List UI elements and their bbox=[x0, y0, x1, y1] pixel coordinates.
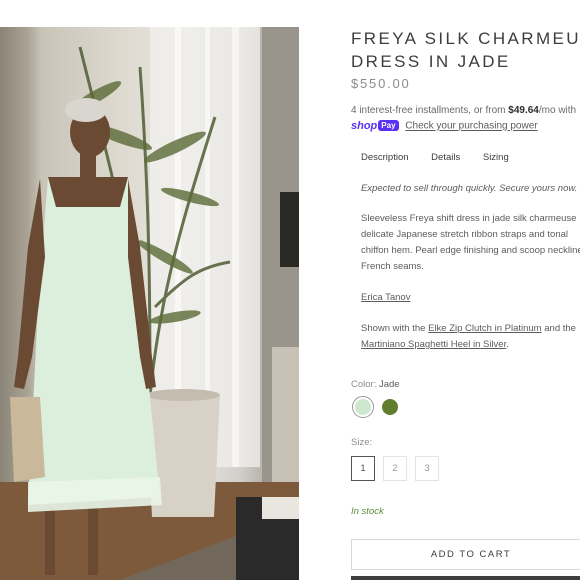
stock-status: In stock bbox=[351, 506, 384, 517]
sell-through-notice: Expected to sell through quickly. Secure… bbox=[361, 183, 578, 194]
martiniano-heel-link[interactable]: Martiniano Spaghetti Heel in Silver bbox=[361, 339, 506, 350]
swatch-jade-color bbox=[355, 399, 371, 415]
product-tabs: Description Details Sizing bbox=[361, 152, 529, 163]
designer-row: Erica Tanov bbox=[361, 290, 580, 306]
size-option-3[interactable]: 3 bbox=[415, 456, 439, 481]
product-description: Sleeveless Freya shift dress in jade sil… bbox=[361, 211, 580, 275]
swatch-olive[interactable] bbox=[381, 398, 399, 416]
product-title: FREYA SILK CHARMEUSE DRESS IN JADE bbox=[351, 27, 580, 73]
shown-suffix: . bbox=[506, 339, 509, 350]
tab-details[interactable]: Details bbox=[431, 152, 460, 163]
shown-mid: and the bbox=[541, 323, 576, 334]
product-title-line-2: DRESS IN JADE bbox=[351, 52, 511, 71]
selected-color-name: Jade bbox=[378, 379, 400, 390]
shop-pay-pay-label: Pay bbox=[378, 120, 399, 131]
shop-pay-shop-label: shop bbox=[351, 120, 378, 132]
shown-with-text: Shown with the Elke Zip Clutch in Platin… bbox=[361, 321, 580, 353]
size-label: Size: bbox=[351, 437, 373, 448]
designer-link[interactable]: Erica Tanov bbox=[361, 292, 410, 303]
installments-suffix: /mo with bbox=[538, 105, 577, 116]
description-line: French seams. bbox=[361, 261, 424, 272]
size-option-2[interactable]: 2 bbox=[383, 456, 407, 481]
shop-pay-row: shop Pay Check your purchasing power bbox=[351, 120, 538, 132]
installments-text: 4 interest-free installments, or from $4… bbox=[351, 105, 576, 116]
shown-prefix: Shown with the bbox=[361, 323, 429, 334]
elke-clutch-link[interactable]: Elke Zip Clutch in Platinum bbox=[428, 323, 542, 334]
installments-prefix: 4 interest-free installments, or from bbox=[351, 105, 509, 116]
color-label: Color: Jade bbox=[351, 379, 400, 390]
product-title-line-1: FREYA SILK CHARMEUSE bbox=[351, 29, 580, 48]
size-option-1[interactable]: 1 bbox=[351, 456, 375, 481]
add-to-cart-button[interactable]: ADD TO CART bbox=[351, 539, 580, 570]
product-price: $550.00 bbox=[351, 76, 411, 91]
shown-with-line-1: Shown with the Elke Zip Clutch in Platin… bbox=[361, 321, 580, 337]
description-line: Sleeveless Freya shift dress in jade sil… bbox=[361, 213, 577, 224]
swatch-jade[interactable] bbox=[352, 396, 374, 418]
product-photo-illustration bbox=[0, 27, 299, 580]
check-purchasing-power-link[interactable]: Check your purchasing power bbox=[405, 121, 537, 132]
shop-pay-logo: shop Pay bbox=[351, 120, 399, 132]
shown-with-line-2: Martiniano Spaghetti Heel in Silver. bbox=[361, 337, 580, 353]
description-line: chiffon hem. Pearl edge finishing and sc… bbox=[361, 245, 580, 256]
description-line: delicate Japanese stretch ribbon straps … bbox=[361, 229, 569, 240]
product-image[interactable] bbox=[0, 27, 299, 580]
swatch-olive-color bbox=[382, 399, 398, 415]
color-label-prefix: Color: bbox=[351, 379, 377, 390]
tab-sizing[interactable]: Sizing bbox=[483, 152, 509, 163]
tab-description[interactable]: Description bbox=[361, 152, 409, 163]
installments-amount: $49.64 bbox=[508, 105, 539, 116]
next-button-edge[interactable] bbox=[351, 576, 580, 580]
